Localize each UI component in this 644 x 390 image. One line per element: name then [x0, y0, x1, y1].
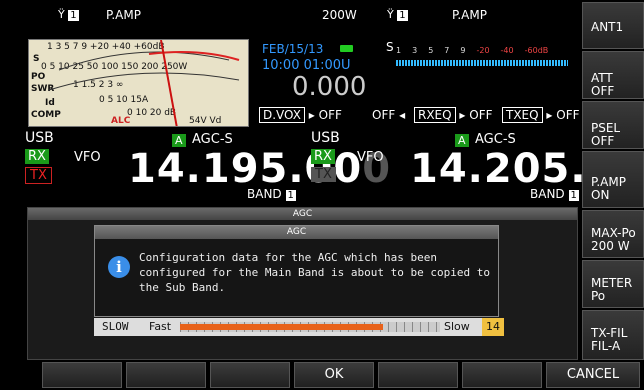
sub-off-control[interactable]: OFF ◂: [372, 108, 405, 122]
main-mode: USB: [25, 130, 54, 146]
agc-slider-track[interactable]: [180, 322, 440, 332]
txeq-control[interactable]: TXEQ ▸ OFF: [502, 107, 580, 123]
function-key-5[interactable]: [378, 362, 458, 388]
ok-button[interactable]: OK: [294, 362, 374, 388]
main-timers: 10:00 01:00U: [262, 58, 351, 73]
battery-icon: [340, 45, 353, 52]
rxeq-label: RXEQ: [414, 107, 456, 123]
sub-s-meter-bar: [396, 60, 568, 66]
function-key-3[interactable]: [210, 362, 290, 388]
main-date: FEB/15/13: [262, 42, 324, 56]
agc-fast-label: Fast: [149, 320, 172, 333]
arrow-left-icon: ◂: [399, 108, 406, 122]
sub-s-scale: 1 3 5 7 9 -20 -40 -60dB: [396, 46, 549, 55]
agc-dialog: AGC i Configuration data for the AGC whi…: [94, 225, 499, 317]
arrow-right-icon: ▸: [459, 108, 466, 122]
softkey-ant1[interactable]: ANT1: [582, 2, 644, 49]
main-band: BAND 1: [247, 187, 296, 201]
main-power-status: 200W: [322, 8, 357, 22]
main-tx-indicator: TX: [25, 167, 52, 184]
arrow-right-icon: ▸: [308, 108, 315, 122]
dvox-label: D.VOX: [259, 107, 305, 123]
function-key-2[interactable]: [126, 362, 206, 388]
antenna-icon: Ÿ: [387, 8, 394, 21]
main-rx-indicator: RX: [25, 149, 49, 164]
sub-antenna-indicator: Ÿ 1: [387, 8, 408, 21]
sub-band: BAND 1: [530, 187, 579, 201]
agc-dialog-message: Configuration data for the AGC which has…: [139, 251, 490, 294]
txeq-label: TXEQ: [502, 107, 543, 123]
agc-dialog-title: AGC: [95, 226, 498, 239]
sub-vfo: VFO: [357, 150, 384, 165]
sub-mode: USB: [311, 130, 340, 146]
rxeq-state: OFF: [469, 108, 493, 122]
function-key-6[interactable]: [462, 362, 542, 388]
cancel-button[interactable]: CANCEL: [546, 362, 640, 388]
rxeq-control[interactable]: RXEQ ▸ OFF: [414, 107, 493, 123]
sub-s-label: S: [386, 40, 394, 54]
info-icon: i: [108, 256, 130, 278]
agc-slider-row: SLOW Fast Slow 14: [94, 318, 504, 336]
softkey-pamp[interactable]: P.AMP ON: [582, 151, 644, 208]
sub-preamp-status: P.AMP: [452, 8, 487, 22]
txeq-state: OFF: [556, 108, 580, 122]
agc-slow-end-label: Slow: [444, 320, 470, 333]
meter-needle: [48, 40, 240, 126]
sub-rx-indicator: RX: [311, 149, 335, 164]
dvox-state: OFF: [318, 108, 342, 122]
antenna-icon: Ÿ: [58, 8, 65, 21]
agc-value: 14: [482, 318, 504, 336]
main-antenna-indicator: Ÿ 1: [58, 8, 79, 21]
analog-meter: 1 3 5 7 9 +20 +40 +60dB 0 5 10 25 50 100…: [28, 39, 249, 127]
softkey-att[interactable]: ATT OFF: [582, 51, 644, 99]
dvox-control[interactable]: D.VOX ▸ OFF: [259, 107, 342, 123]
main-frequency: 14.195.000: [128, 146, 392, 192]
agc-panel-title: AGC: [28, 208, 577, 220]
softkey-tx-fil[interactable]: TX-FIL FIL-A: [582, 310, 644, 360]
agc-slow-label: SLOW: [102, 320, 129, 333]
arrow-right-icon: ▸: [546, 108, 553, 122]
softkey-psel[interactable]: PSEL OFF: [582, 101, 644, 149]
main-agc: AGC-S: [192, 132, 233, 147]
softkey-meter[interactable]: METER Po: [582, 260, 644, 308]
sub-tx-indicator: TX: [311, 167, 336, 182]
main-vfo: VFO: [74, 150, 101, 165]
sub-agc: AGC-S: [475, 132, 516, 147]
function-key-1[interactable]: [42, 362, 122, 388]
main-preamp-status: P.AMP: [106, 8, 141, 22]
softkey-max-po[interactable]: MAX-Po 200 W: [582, 210, 644, 258]
rit-offset: 0.000: [292, 72, 367, 102]
agc-slider-fill: [180, 324, 383, 330]
